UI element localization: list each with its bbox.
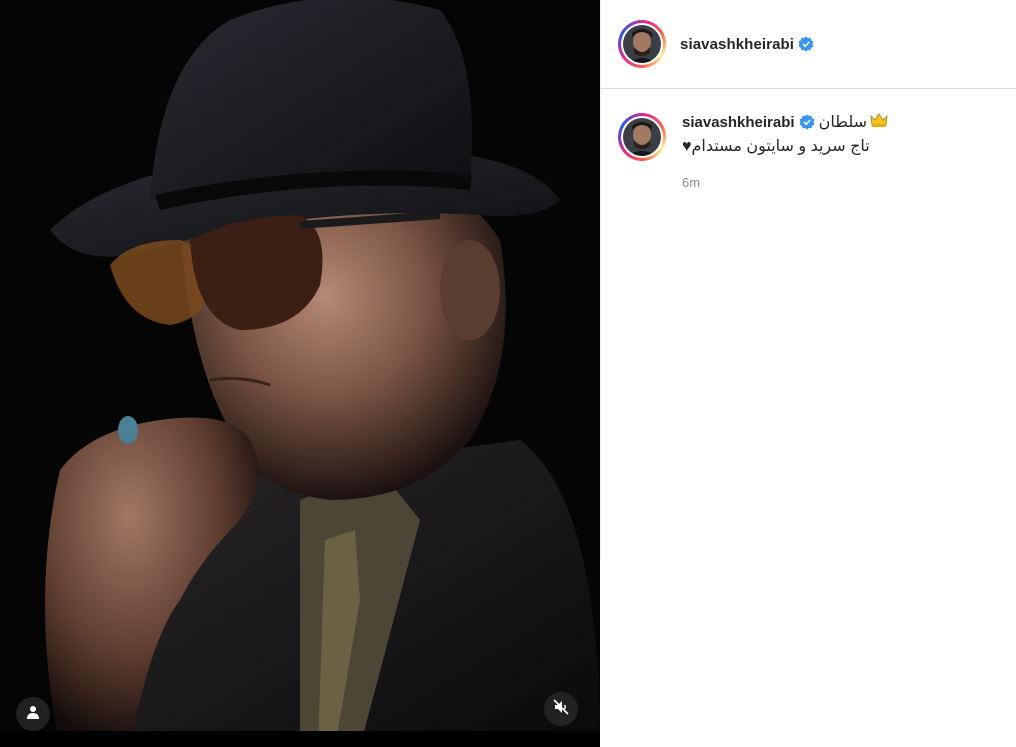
mute-toggle-button[interactable] — [544, 692, 578, 726]
heart-emoji-icon: ♥ — [682, 138, 692, 155]
post-details-panel: siavashkheirabi siavashkheirabi سلطان تا… — [600, 0, 1016, 560]
post-timestamp[interactable]: 6m — [682, 175, 889, 190]
avatar[interactable] — [618, 20, 666, 68]
verified-badge-icon — [799, 114, 815, 130]
post-caption: siavashkheirabi سلطان تاج سر‌ید و سایت — [601, 89, 1016, 190]
caption-text-line2: تاج سر‌ید و سایتون مستدام♥ — [682, 136, 889, 156]
caption-text-line2-text: تاج سر‌ید و سایتون مستدام — [691, 138, 870, 155]
media-bottom-strip — [0, 731, 600, 747]
header-username[interactable]: siavashkheirabi — [680, 36, 794, 53]
user-tag-icon — [26, 705, 40, 724]
caption-avatar[interactable] — [618, 113, 666, 161]
caption-text-line1: سلطان — [818, 114, 868, 131]
verified-badge-icon — [798, 36, 814, 52]
caption-username[interactable]: siavashkheirabi — [682, 114, 795, 131]
panel-blank-area — [600, 560, 1016, 747]
tagged-users-button[interactable] — [16, 697, 50, 731]
post-media[interactable] — [0, 0, 600, 747]
crown-emoji-icon — [869, 112, 889, 133]
muted-speaker-icon — [552, 698, 570, 721]
post-header: siavashkheirabi — [601, 0, 1016, 89]
post-photo — [0, 0, 600, 747]
